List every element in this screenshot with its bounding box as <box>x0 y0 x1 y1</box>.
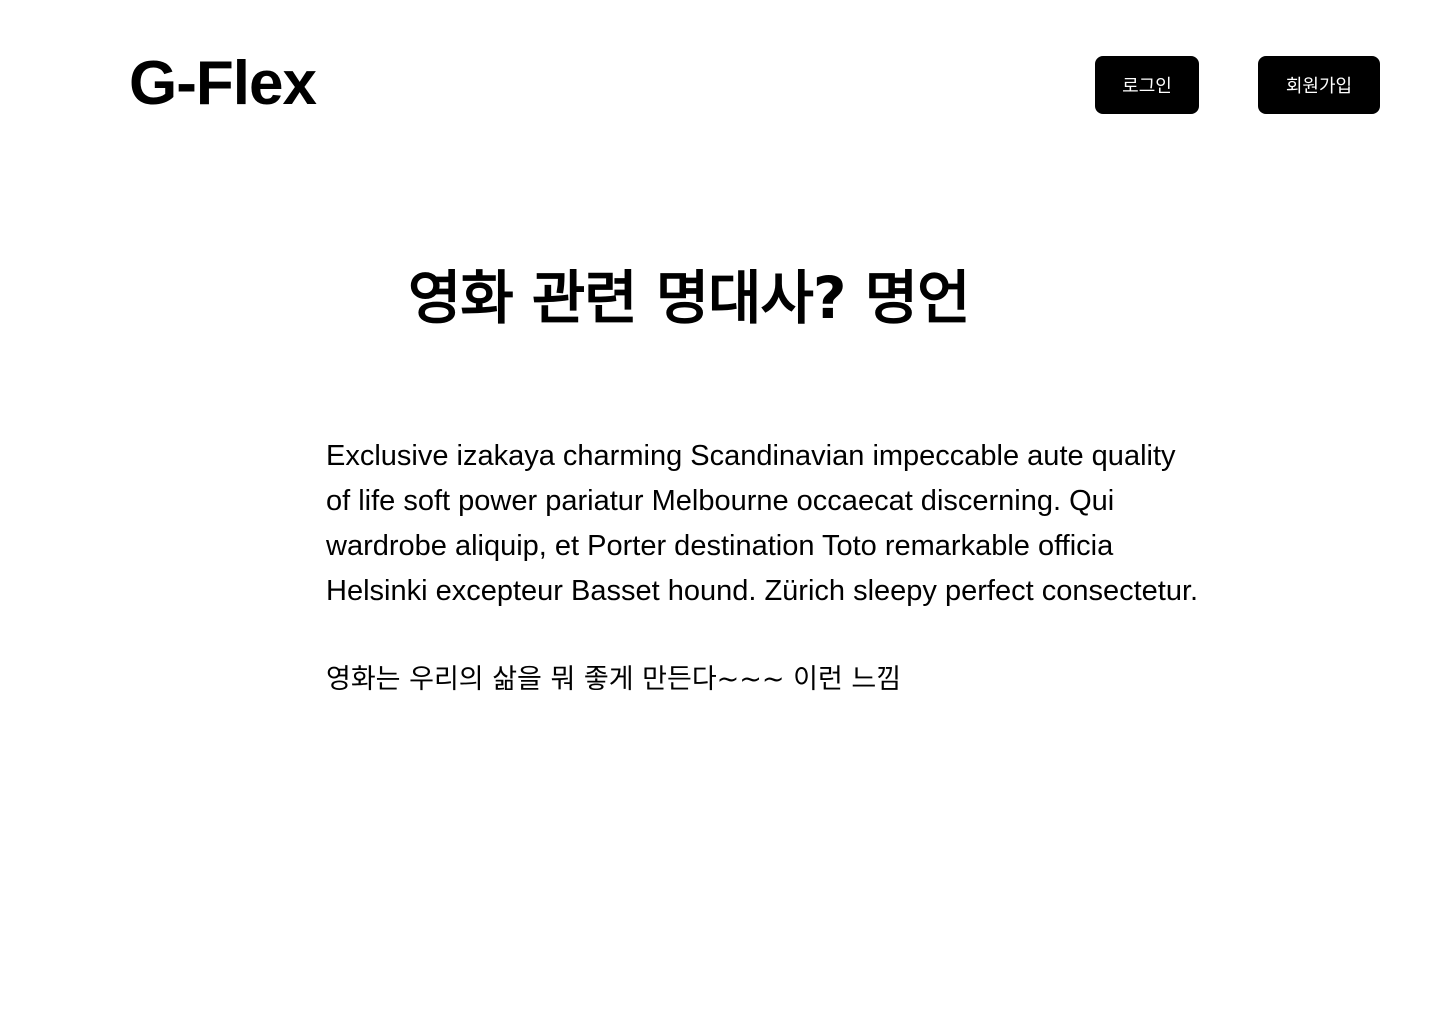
page-title: 영화 관련 명대사? 명언 <box>408 264 970 332</box>
login-button[interactable]: 로그인 <box>1095 56 1199 114</box>
site-logo[interactable]: G-Flex <box>129 48 317 120</box>
signup-button[interactable]: 회원가입 <box>1258 56 1380 114</box>
body-paragraph: Exclusive izakaya charming Scandinavian … <box>326 440 1199 607</box>
body-paragraph-korean: 영화는 우리의 삶을 뭐 좋게 만든다~~~ 이런 느낌 <box>326 664 902 695</box>
